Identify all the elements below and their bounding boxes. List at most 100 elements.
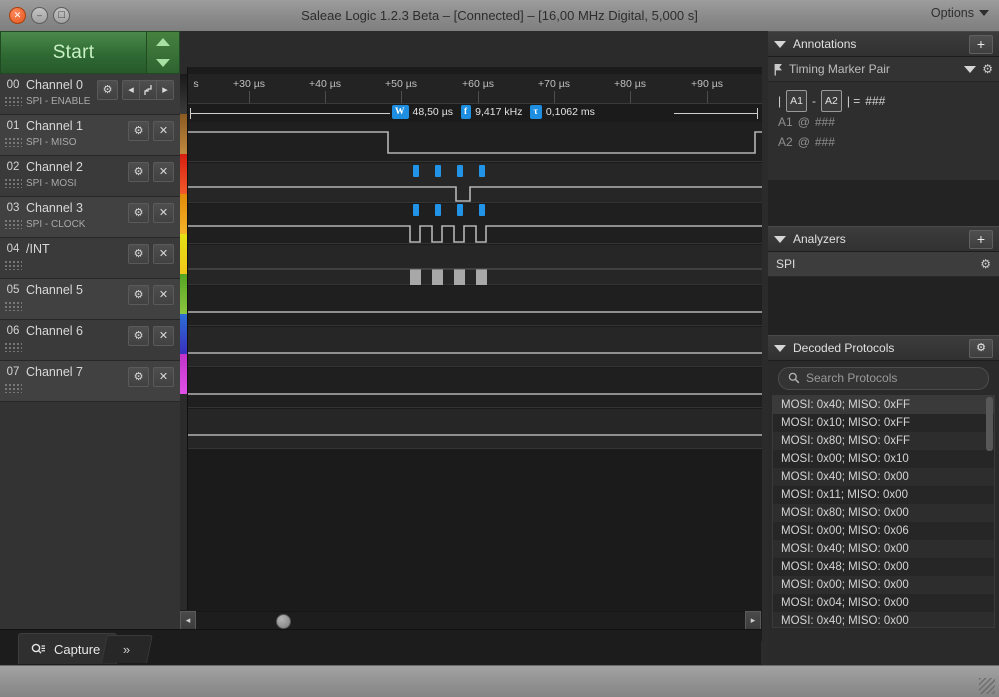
channel-name[interactable]: Channel 3 — [26, 201, 128, 216]
gear-icon[interactable]: ⚙ — [128, 203, 149, 223]
protocol-row[interactable]: MOSI: 0x10; MISO: 0xFF — [773, 414, 994, 432]
arrow-left-icon[interactable]: ◂ — [123, 81, 140, 99]
channel-drag-handle-icon[interactable] — [4, 342, 22, 352]
protocol-row[interactable]: MOSI: 0x00; MISO: 0x06 — [773, 522, 994, 540]
channel-drag-handle-icon[interactable] — [4, 383, 22, 393]
waveform-ch7[interactable] — [188, 409, 762, 449]
decoded-protocols-header[interactable]: Decoded Protocols ⚙ — [768, 335, 999, 361]
triangle-down-icon[interactable] — [774, 344, 786, 352]
waveform-ch3-clock[interactable] — [188, 245, 762, 285]
analyzer-item-spi[interactable]: SPI ⚙ — [768, 252, 999, 277]
channel-row-01[interactable]: 01 Channel 1 SPI - MISO ⚙ ✕ — [0, 115, 180, 156]
protocol-row[interactable]: MOSI: 0x48; MISO: 0x00 — [773, 558, 994, 576]
protocol-row[interactable]: MOSI: 0x40; MISO: 0x00 — [773, 612, 994, 627]
close-icon[interactable]: ✕ — [9, 7, 26, 24]
channel-drag-handle-icon[interactable] — [4, 96, 22, 106]
arrow-left-icon[interactable]: ◂ — [180, 611, 196, 630]
waveform-ch2-mosi[interactable] — [188, 204, 762, 244]
maximize-icon[interactable]: ☐ — [53, 7, 70, 24]
close-icon[interactable]: ✕ — [153, 121, 174, 141]
close-icon[interactable]: ✕ — [153, 203, 174, 223]
gear-icon[interactable]: ⚙ — [128, 285, 149, 305]
channel-drag-handle-icon[interactable] — [4, 178, 22, 188]
analyzers-header[interactable]: Analyzers + — [768, 226, 999, 252]
minimize-icon[interactable]: – — [31, 7, 48, 24]
waveform-ch5[interactable] — [188, 327, 762, 367]
arrow-right-icon[interactable]: ▸ — [745, 611, 761, 630]
waveform-ch1-miso[interactable] — [188, 163, 762, 203]
protocol-row[interactable]: MOSI: 0x80; MISO: 0x00 — [773, 504, 994, 522]
channel-name[interactable]: Channel 7 — [26, 365, 128, 380]
waveform-ch6[interactable] — [188, 368, 762, 408]
protocol-row[interactable]: MOSI: 0x00; MISO: 0x10 — [773, 450, 994, 468]
channel-name[interactable]: Channel 1 — [26, 119, 128, 134]
channel-drag-handle-icon[interactable] — [4, 219, 22, 229]
add-analyzer-button[interactable]: + — [969, 229, 993, 249]
channel-row-02[interactable]: 02 Channel 2 SPI - MOSI ⚙ ✕ — [0, 156, 180, 197]
decoded-protocols-settings-button[interactable]: ⚙ — [969, 338, 993, 358]
close-icon[interactable]: ✕ — [153, 367, 174, 387]
horizontal-scrollbar[interactable]: ◂ ▸ — [180, 610, 761, 630]
gear-icon[interactable]: ⚙ — [980, 257, 991, 271]
channel-row-04[interactable]: 04/INT ⚙ ✕ — [0, 238, 180, 279]
protocol-row[interactable]: MOSI: 0x80; MISO: 0xFF — [773, 432, 994, 450]
resize-grip-icon[interactable] — [979, 678, 995, 694]
marker-a2-chip[interactable]: A2 — [820, 90, 842, 112]
close-icon[interactable]: ✕ — [153, 326, 174, 346]
triangle-down-icon[interactable] — [156, 58, 170, 67]
protocol-row[interactable]: MOSI: 0x11; MISO: 0x00 — [773, 486, 994, 504]
channel-drag-handle-icon[interactable] — [4, 260, 22, 270]
channel-row-00[interactable]: 00 Channel 0 SPI - ENABLE ⚙ ◂ ▸ — [0, 74, 180, 115]
tab-more-button[interactable]: » — [101, 635, 153, 663]
waveform-ch0-enable[interactable] — [188, 122, 762, 162]
protocol-row[interactable]: MOSI: 0x40; MISO: 0xFF — [773, 396, 994, 414]
trigger-edge-icon[interactable] — [140, 81, 157, 99]
channel-name[interactable]: /INT — [26, 242, 128, 257]
triangle-down-icon[interactable] — [774, 235, 786, 243]
arrow-right-icon[interactable]: ▸ — [157, 81, 173, 99]
channel-name[interactable]: Channel 6 — [26, 324, 128, 339]
close-icon[interactable]: ✕ — [153, 244, 174, 264]
protocol-list-scrollbar[interactable] — [986, 397, 993, 451]
gear-icon[interactable]: ⚙ — [128, 162, 149, 182]
decoded-protocols-list[interactable]: MOSI: 0x40; MISO: 0xFF MOSI: 0x10; MISO: … — [772, 395, 995, 628]
marker-a1-chip[interactable]: A1 — [786, 90, 807, 112]
protocol-row[interactable]: MOSI: 0x40; MISO: 0x00 — [773, 468, 994, 486]
time-ruler[interactable]: s +30 µs +40 µs +50 µs +60 µs +70 µs +80 µs +90… — [188, 74, 762, 104]
scrollbar-knob[interactable] — [276, 614, 291, 629]
annotation-type-selector[interactable]: Timing Marker Pair ⚙ — [768, 57, 999, 82]
gear-icon[interactable]: ⚙ — [128, 326, 149, 346]
protocol-row[interactable]: MOSI: 0x00; MISO: 0x00 — [773, 576, 994, 594]
close-icon[interactable]: ✕ — [153, 285, 174, 305]
waveform-ch4-int[interactable] — [188, 286, 762, 326]
channel-drag-handle-icon[interactable] — [4, 301, 22, 311]
gear-icon[interactable]: ⚙ — [97, 80, 118, 100]
channel-row-06[interactable]: 06 Channel 6 ⚙ ✕ — [0, 320, 180, 361]
scrollbar-track[interactable] — [196, 611, 745, 630]
close-icon[interactable]: ✕ — [153, 162, 174, 182]
triangle-down-icon[interactable] — [774, 40, 786, 48]
add-annotation-button[interactable]: + — [969, 34, 993, 54]
options-menu-button[interactable]: Options — [931, 6, 989, 20]
channel-buttons: ⚙ ◂ ▸ — [97, 74, 180, 100]
capture-settings-stepper[interactable] — [147, 31, 180, 74]
channel-row-05[interactable]: 05 Channel 5 ⚙ ✕ — [0, 279, 180, 320]
gear-icon[interactable]: ⚙ — [128, 367, 149, 387]
protocol-row[interactable]: MOSI: 0x04; MISO: 0x00 — [773, 594, 994, 612]
channel-name[interactable]: Channel 2 — [26, 160, 128, 175]
chevron-down-icon[interactable] — [964, 65, 977, 73]
annotation-settings-gear-icon[interactable]: ⚙ — [982, 62, 993, 76]
channel-drag-handle-icon[interactable] — [4, 137, 22, 147]
channel-name[interactable]: Channel 5 — [26, 283, 128, 298]
start-button[interactable]: Start — [0, 31, 147, 74]
annotations-header[interactable]: Annotations + — [768, 31, 999, 57]
channel-row-03[interactable]: 03 Channel 3 SPI - CLOCK ⚙ ✕ — [0, 197, 180, 238]
search-input[interactable]: Search Protocols — [778, 366, 989, 390]
channel-name[interactable]: Channel 0 — [26, 78, 97, 93]
protocol-row[interactable]: MOSI: 0x40; MISO: 0x00 — [773, 540, 994, 558]
waveform-graph[interactable]: s +30 µs +40 µs +50 µs +60 µs +70 µs +80 µs +90… — [187, 67, 762, 641]
triangle-up-icon[interactable] — [156, 38, 170, 47]
channel-row-07[interactable]: 07 Channel 7 ⚙ ✕ — [0, 361, 180, 402]
gear-icon[interactable]: ⚙ — [128, 121, 149, 141]
gear-icon[interactable]: ⚙ — [128, 244, 149, 264]
